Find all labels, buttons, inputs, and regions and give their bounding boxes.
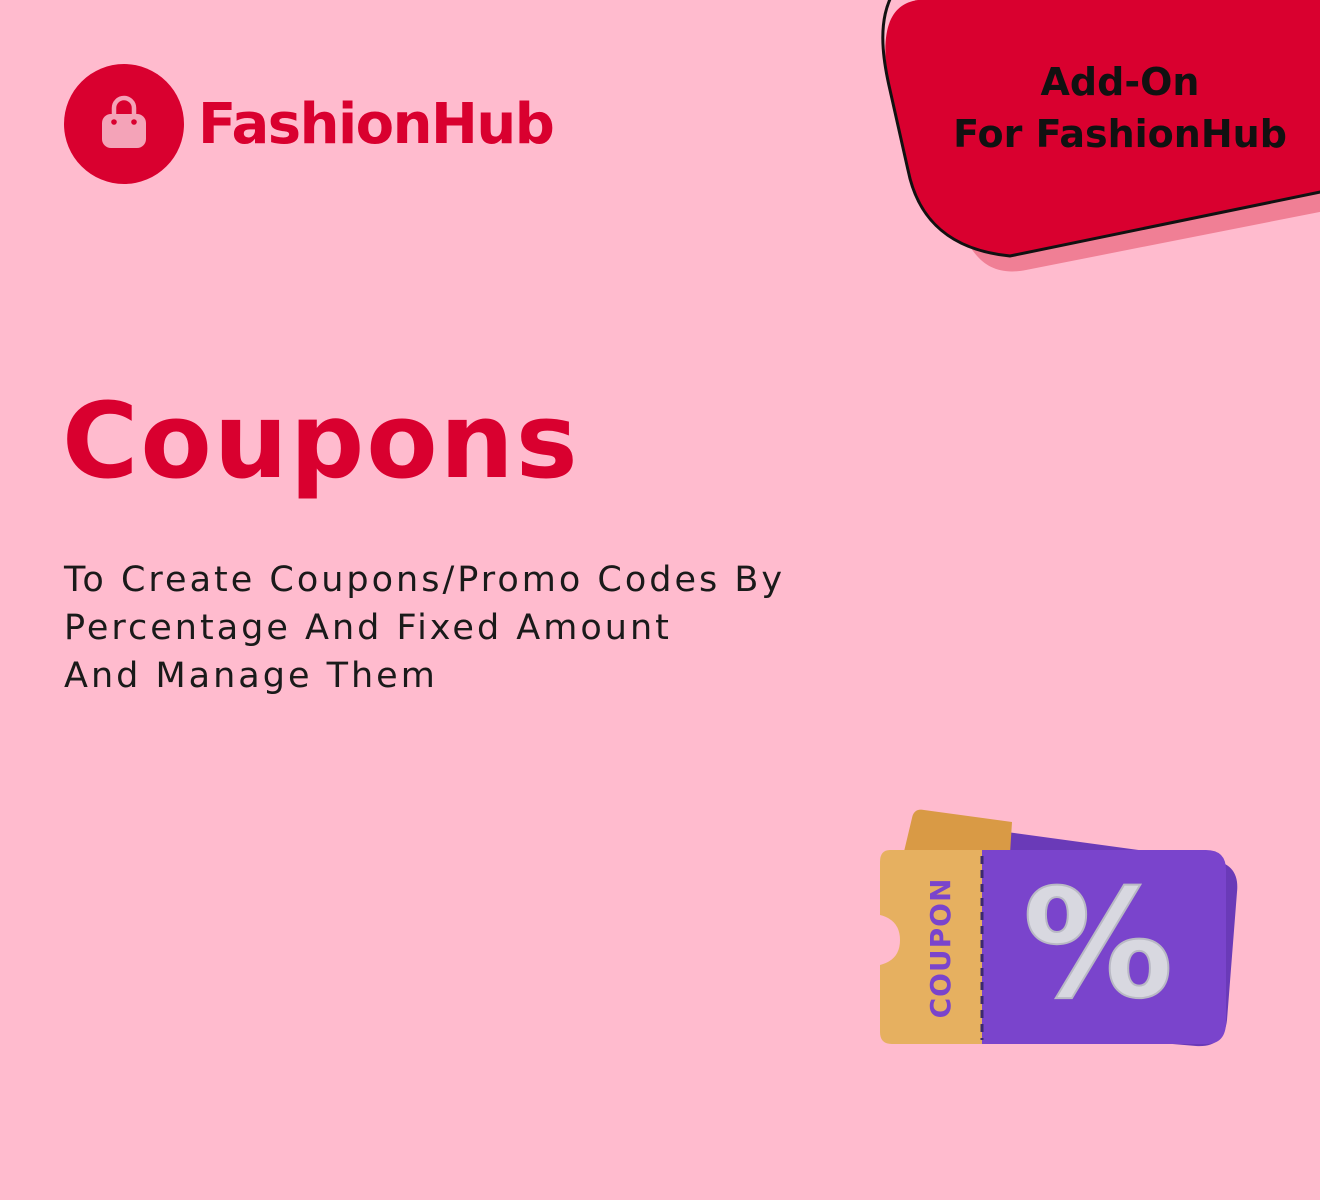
percent-symbol: % bbox=[1023, 858, 1173, 1032]
coupon-ticket-icon: COUPON % bbox=[872, 800, 1252, 1060]
brand-name: FashionHub bbox=[198, 91, 555, 157]
badge-line-2: For FashionHub bbox=[953, 112, 1287, 156]
description-line-1: To Create Coupons/Promo Codes By bbox=[64, 560, 786, 600]
description-text: To Create Coupons/Promo Codes By Percent… bbox=[64, 556, 924, 700]
addon-badge: Add-On For FashionHub bbox=[860, 0, 1320, 290]
description-line-2: Percentage And Fixed Amount bbox=[64, 608, 672, 648]
brand-logo: FashionHub bbox=[64, 64, 555, 184]
badge-line-1: Add-On bbox=[1040, 60, 1200, 104]
coupon-stub-label: COUPON bbox=[924, 878, 957, 1019]
badge-text: Add-On For FashionHub bbox=[920, 56, 1320, 160]
description-line-3: And Manage Them bbox=[64, 656, 438, 696]
shopping-bag-icon bbox=[64, 64, 184, 184]
page-title: Coupons bbox=[62, 380, 580, 502]
